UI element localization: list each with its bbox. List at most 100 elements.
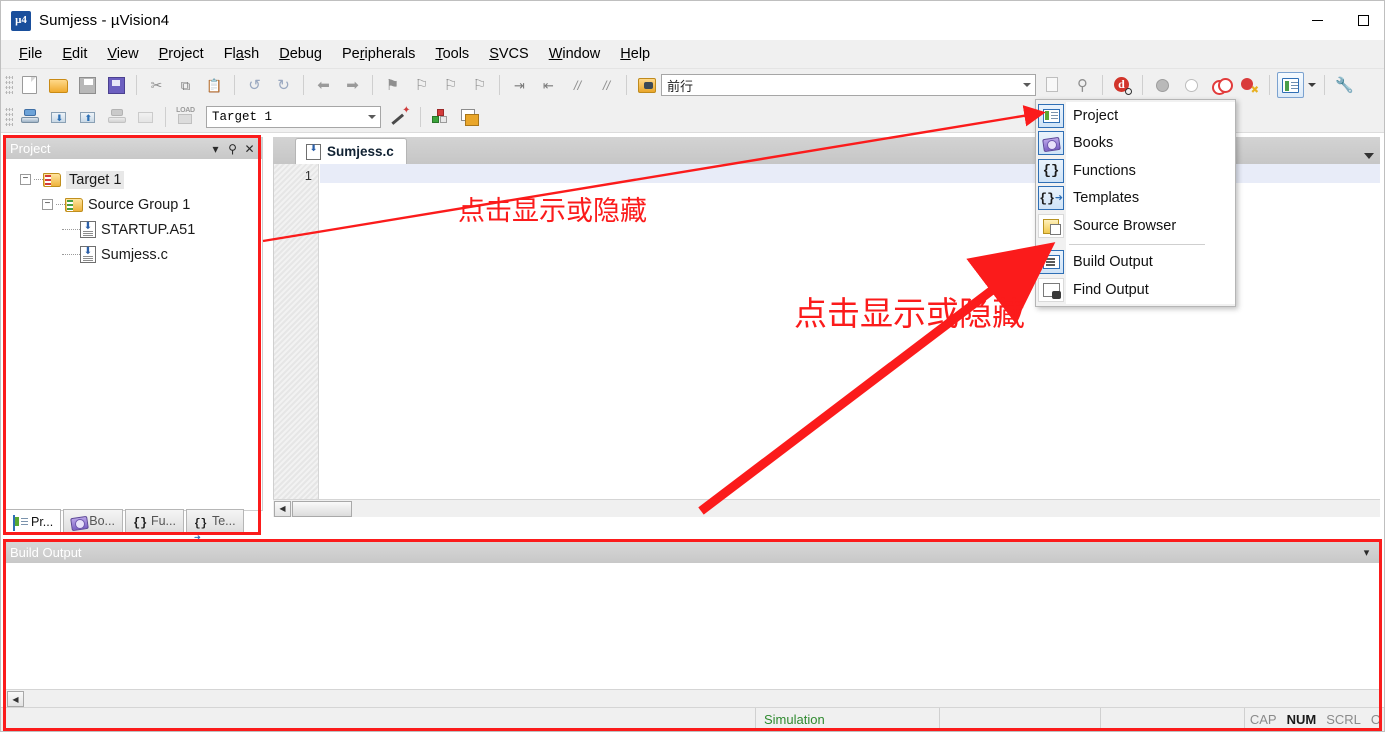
tree-item-label: Source Group 1 [88,196,191,213]
menu-item-source-browser[interactable]: Source Browser [1036,212,1235,240]
uncomment-icon[interactable]: // [593,72,620,98]
disable-breakpoint-icon[interactable] [1207,72,1234,98]
cut-icon[interactable]: ✂ [143,72,170,98]
tab-templates[interactable]: {}➜ Te... [185,509,244,545]
stop-build-icon[interactable] [132,104,159,130]
editor-tab-sumjess-c[interactable]: Sumjess.c [295,138,407,164]
build-output-panel: Build Output ▾ ◀ [5,541,1380,709]
menu-item-find-output[interactable]: Find Output [1036,276,1235,304]
target-options-icon[interactable] [387,104,414,130]
expander-icon[interactable]: − [42,199,53,210]
scrollbar-thumb[interactable] [292,500,352,517]
paste-icon[interactable]: 📋 [201,72,228,98]
manage-project-items-icon[interactable] [456,104,483,130]
toolbar-separator [165,106,166,127]
menu-tools[interactable]: Tools [425,43,479,65]
build-icon[interactable]: ⬇ [45,104,72,130]
menu-item-templates[interactable]: {}➜ Templates [1036,185,1235,213]
bookmark-next-icon[interactable]: ⚐ [437,72,464,98]
save-icon[interactable] [74,72,101,98]
close-icon[interactable]: ✕ [241,142,258,156]
download-icon[interactable]: LOAD [172,104,199,130]
menu-item-project[interactable]: Project [1036,102,1235,130]
menu-window[interactable]: Window [539,43,611,65]
menu-edit[interactable]: Edit [52,43,97,65]
copy-icon[interactable]: ⧉ [172,72,199,98]
bookmark-prev-icon[interactable]: ⚐ [408,72,435,98]
bookmark-clear-icon[interactable]: ⚐ [466,72,493,98]
tree-item-sumjess-c[interactable]: Sumjess.c [12,242,256,267]
tree-item-target1[interactable]: − Target 1 [12,167,256,192]
templates-window-icon: {}➜ [193,517,208,545]
find-next-icon[interactable]: ⚲ [1069,72,1096,98]
project-panel: Project ▾ ⚲ ✕ − Target 1 − Source Group … [5,137,263,511]
toolbar-separator [234,75,235,95]
undo-icon[interactable]: ↺ [241,72,268,98]
tree-item-source-group1[interactable]: − Source Group 1 [12,192,256,217]
menu-peripherals[interactable]: Peripherals [332,43,425,65]
find-combo[interactable]: 前行 [661,74,1036,96]
find-in-files-icon[interactable] [633,72,660,98]
indent-icon[interactable]: ⇥ [506,72,533,98]
chevron-down-icon[interactable]: ▾ [207,142,224,156]
batch-build-icon[interactable] [103,104,130,130]
chevron-down-icon[interactable]: ▾ [1358,546,1375,559]
navigate-back-icon[interactable]: ⬅ [310,72,337,98]
menu-item-books[interactable]: Books [1036,130,1235,158]
outdent-icon[interactable]: ⇤ [535,72,562,98]
menu-project[interactable]: Project [149,43,214,65]
books-window-icon [71,515,85,528]
tree-item-startup-a51[interactable]: STARTUP.A51 [12,217,256,242]
editor-horizontal-scrollbar[interactable]: ◀ [273,499,1380,517]
chevron-down-icon[interactable] [1023,83,1031,87]
menu-item-label: Find Output [1073,281,1149,298]
functions-window-icon: {} [1038,158,1064,183]
redo-icon[interactable]: ↻ [270,72,297,98]
find-output-icon [1038,277,1064,302]
build-output-horizontal-scrollbar[interactable]: ◀ [6,689,1379,708]
minimize-button[interactable] [1294,1,1340,40]
insert-file-icon[interactable] [1040,72,1067,98]
chevron-down-icon[interactable] [1364,153,1374,159]
insert-breakpoint-icon[interactable] [1149,72,1176,98]
scroll-left-button[interactable]: ◀ [7,691,24,707]
toolbar-grip[interactable] [5,75,13,95]
expander-icon[interactable]: − [20,174,31,185]
maximize-button[interactable] [1340,1,1384,40]
tab-functions[interactable]: {} Fu... [124,509,184,532]
window-toggle-chevron-down-icon[interactable] [1305,72,1319,98]
debug-start-icon[interactable]: d [1109,72,1136,98]
target-combo[interactable]: Target 1 [206,105,381,128]
menu-item-build-output[interactable]: Build Output [1036,249,1235,277]
save-all-icon[interactable] [103,72,130,98]
menu-svcs[interactable]: SVCS [479,43,539,65]
navigate-forward-icon[interactable]: ➡ [339,72,366,98]
scroll-left-button[interactable]: ◀ [274,500,291,517]
manage-components-icon[interactable] [427,104,454,130]
toolbar-separator [1324,75,1325,95]
menu-file[interactable]: File [9,43,52,65]
menu-debug[interactable]: Debug [269,43,332,65]
tab-label: Te... [211,514,236,528]
build-output-text[interactable] [6,563,1379,688]
window-toggle-icon[interactable] [1277,72,1304,98]
open-file-icon[interactable] [45,72,72,98]
toolbar-grip[interactable] [5,106,13,127]
comment-icon[interactable]: // [564,72,591,98]
menu-item-functions[interactable]: {} Functions [1036,157,1235,185]
kill-breakpoint-icon[interactable] [1178,72,1205,98]
rebuild-icon[interactable]: ⬆ [74,104,101,130]
new-file-icon[interactable] [16,72,43,98]
bookmark-toggle-icon[interactable]: ⚑ [379,72,406,98]
configuration-wizard-icon[interactable]: 🔧 [1331,72,1358,98]
pin-icon[interactable]: ⚲ [224,142,241,156]
status-bar: Simulation CAP NUM SCRL O [1,707,1384,731]
menu-flash[interactable]: Flash [214,43,270,65]
menu-help[interactable]: Help [610,43,660,65]
tab-project[interactable]: Pr... [5,509,62,534]
kill-all-breakpoints-icon[interactable] [1236,72,1263,98]
menu-view[interactable]: View [97,43,148,65]
chevron-down-icon[interactable] [368,114,376,119]
tab-books[interactable]: Bo... [63,509,123,532]
translate-icon[interactable] [16,104,43,130]
